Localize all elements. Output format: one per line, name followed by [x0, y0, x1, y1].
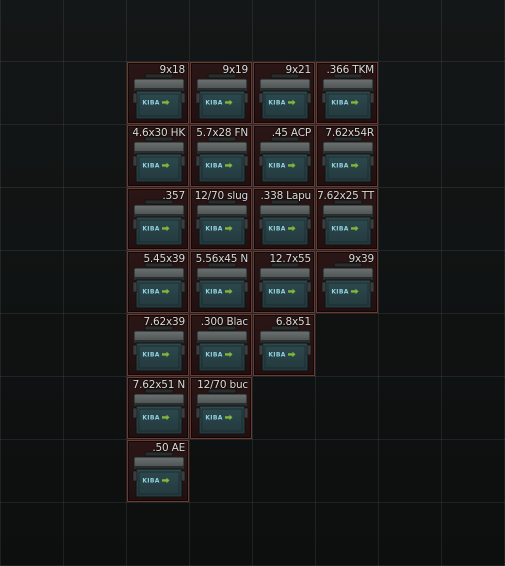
item-short-name: 9x39	[348, 253, 375, 265]
item-short-name: .45 ACP	[271, 127, 312, 139]
item-short-name: 9x19	[222, 64, 249, 76]
svg-text:KIBA: KIBA	[142, 478, 159, 485]
svg-text:KIBA: KIBA	[205, 289, 222, 296]
svg-text:KIBA: KIBA	[331, 226, 348, 233]
item-short-name: 7.62x54R	[325, 127, 374, 139]
stash-grid: KIBA 9x18 KIBA 9x19 KIBA 9x21 KIBA .366 TKM KIBA…	[0, 0, 505, 566]
ammo-box-icon: KIBA	[321, 136, 375, 183]
ammo-box-icon: KIBA	[258, 262, 312, 309]
stash-item-ammo-box[interactable]: KIBA 7.62x54R	[316, 125, 378, 187]
stash-item-ammo-box[interactable]: KIBA 9x18	[127, 62, 189, 124]
item-short-name: 5.7x28 FN	[196, 127, 248, 139]
item-short-name: 5.45x39	[143, 253, 185, 265]
ammo-box-icon: KIBA	[258, 325, 312, 372]
stash-item-ammo-box[interactable]: KIBA 9x39	[316, 251, 378, 313]
ammo-box-icon: KIBA	[195, 388, 249, 435]
item-short-name: .366 TKM	[326, 64, 375, 76]
svg-text:KIBA: KIBA	[331, 163, 348, 170]
stash-item-ammo-box[interactable]: KIBA 7.62x25 TT	[316, 188, 378, 250]
ammo-box-icon: KIBA	[132, 451, 186, 498]
svg-text:KIBA: KIBA	[142, 289, 159, 296]
ammo-box-icon: KIBA	[132, 388, 186, 435]
stash-item-ammo-box[interactable]: KIBA .338 Lapu	[253, 188, 315, 250]
stash-item-ammo-box[interactable]: KIBA 9x19	[190, 62, 252, 124]
stash-item-ammo-box[interactable]: KIBA 12/70 slug	[190, 188, 252, 250]
item-short-name: 9x21	[285, 64, 312, 76]
stash-item-ammo-box[interactable]: KIBA 5.7x28 FN	[190, 125, 252, 187]
stash-item-ammo-box[interactable]: KIBA 7.62x39	[127, 314, 189, 376]
stash-item-ammo-box[interactable]: KIBA 5.56x45 N	[190, 251, 252, 313]
ammo-box-icon: KIBA	[132, 262, 186, 309]
svg-text:KIBA: KIBA	[331, 289, 348, 296]
stash-item-ammo-box[interactable]: KIBA 12.7x55	[253, 251, 315, 313]
stash-item-ammo-box[interactable]: KIBA .300 Blac	[190, 314, 252, 376]
ammo-box-icon: KIBA	[132, 136, 186, 183]
item-short-name: 7.62x39	[143, 316, 185, 328]
stash-item-ammo-box[interactable]: KIBA .50 AE	[127, 440, 189, 502]
svg-text:KIBA: KIBA	[331, 100, 348, 107]
stash-item-ammo-box[interactable]: KIBA .366 TKM	[316, 62, 378, 124]
item-short-name: 7.62x51 N	[132, 379, 186, 391]
ammo-box-icon: KIBA	[132, 325, 186, 372]
svg-text:KIBA: KIBA	[142, 352, 159, 359]
ammo-box-icon: KIBA	[321, 199, 375, 246]
svg-text:KIBA: KIBA	[205, 226, 222, 233]
ammo-box-icon: KIBA	[132, 199, 186, 246]
stash-item-ammo-box[interactable]: KIBA 6.8x51	[253, 314, 315, 376]
ammo-box-icon: KIBA	[258, 73, 312, 120]
svg-text:KIBA: KIBA	[205, 415, 222, 422]
svg-text:KIBA: KIBA	[268, 226, 285, 233]
svg-text:KIBA: KIBA	[205, 352, 222, 359]
ammo-box-icon: KIBA	[321, 73, 375, 120]
item-short-name: .50 AE	[152, 442, 185, 454]
item-short-name: .357	[162, 190, 185, 202]
stash-item-ammo-box[interactable]: KIBA 4.6x30 HK	[127, 125, 189, 187]
item-short-name: 12/70 buc	[197, 379, 248, 391]
svg-text:KIBA: KIBA	[205, 163, 222, 170]
svg-text:KIBA: KIBA	[142, 100, 159, 107]
item-short-name: 7.62x25 TT	[317, 190, 374, 202]
stash-item-ammo-box[interactable]: KIBA 7.62x51 N	[127, 377, 189, 439]
ammo-box-icon: KIBA	[258, 199, 312, 246]
svg-text:KIBA: KIBA	[142, 415, 159, 422]
item-short-name: .300 Blac	[200, 316, 248, 328]
ammo-box-icon: KIBA	[195, 262, 249, 309]
ammo-box-icon: KIBA	[195, 325, 249, 372]
ammo-box-icon: KIBA	[195, 136, 249, 183]
svg-text:KIBA: KIBA	[205, 100, 222, 107]
svg-text:KIBA: KIBA	[268, 352, 285, 359]
ammo-box-icon: KIBA	[195, 199, 249, 246]
item-short-name: 4.6x30 HK	[132, 127, 185, 139]
item-short-name: 9x18	[159, 64, 186, 76]
item-short-name: 12.7x55	[269, 253, 311, 265]
stash-item-ammo-box[interactable]: KIBA 5.45x39	[127, 251, 189, 313]
ammo-box-icon: KIBA	[132, 73, 186, 120]
svg-text:KIBA: KIBA	[268, 100, 285, 107]
item-short-name: .338 Lapu	[260, 190, 311, 202]
item-short-name: 6.8x51	[275, 316, 311, 328]
stash-item-ammo-box[interactable]: KIBA .357	[127, 188, 189, 250]
svg-text:KIBA: KIBA	[268, 163, 285, 170]
item-short-name: 12/70 slug	[194, 190, 249, 202]
stash-item-ammo-box[interactable]: KIBA 9x21	[253, 62, 315, 124]
stash-item-ammo-box[interactable]: KIBA 12/70 buc	[190, 377, 252, 439]
item-short-name: 5.56x45 N	[195, 253, 249, 265]
svg-text:KIBA: KIBA	[142, 163, 159, 170]
stash-item-ammo-box[interactable]: KIBA .45 ACP	[253, 125, 315, 187]
ammo-box-icon: KIBA	[258, 136, 312, 183]
svg-text:KIBA: KIBA	[142, 226, 159, 233]
ammo-box-icon: KIBA	[321, 262, 375, 309]
ammo-box-icon: KIBA	[195, 73, 249, 120]
svg-text:KIBA: KIBA	[268, 289, 285, 296]
